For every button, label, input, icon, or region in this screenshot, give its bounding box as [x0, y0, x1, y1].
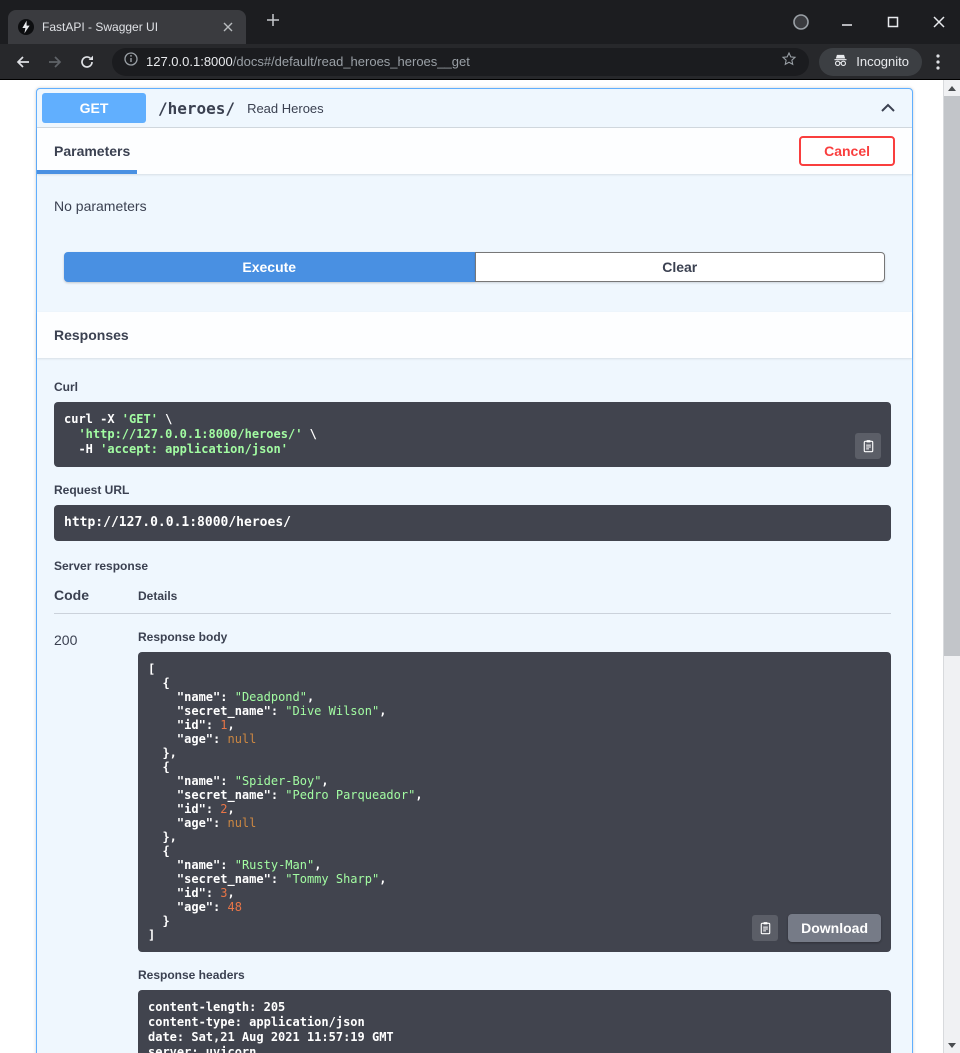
window-controls: [792, 0, 948, 44]
tab-search-icon[interactable]: [792, 13, 810, 31]
opblock-summary[interactable]: GET /heroes/ Read Heroes: [37, 89, 912, 128]
details-column-header: Details: [138, 589, 177, 603]
endpoint-path: /heroes/: [158, 99, 235, 118]
parameters-header: Parameters Cancel: [37, 128, 912, 174]
response-headers-label: Response headers: [138, 968, 891, 982]
parameters-title: Parameters: [54, 143, 130, 159]
download-button[interactable]: Download: [788, 914, 881, 942]
response-headers-code: content-length: 205content-type: applica…: [138, 990, 891, 1053]
fastapi-favicon-icon: [18, 19, 34, 35]
execute-wrapper: Execute Clear: [37, 252, 912, 312]
address-bar[interactable]: 127.0.0.1:8000/docs#/default/read_heroes…: [112, 48, 809, 76]
incognito-label: Incognito: [856, 54, 909, 69]
response-body-label: Response body: [138, 630, 891, 644]
browser-tab[interactable]: FastAPI - Swagger UI: [8, 10, 246, 44]
browser-tabbar: FastAPI - Swagger UI: [0, 0, 960, 44]
request-url-label: Request URL: [54, 483, 891, 497]
incognito-badge: Incognito: [819, 48, 922, 76]
clear-button[interactable]: Clear: [475, 252, 886, 282]
endpoint-summary: Read Heroes: [247, 101, 324, 116]
curl-code: curl -X 'GET' \ 'http://127.0.0.1:8000/h…: [54, 402, 891, 467]
tab-title: FastAPI - Swagger UI: [42, 20, 212, 34]
server-response-label: Server response: [54, 559, 891, 573]
status-code: 200: [54, 630, 138, 1053]
cancel-button[interactable]: Cancel: [799, 136, 895, 166]
kebab-menu-icon[interactable]: [924, 48, 952, 76]
browser-toolbar: 127.0.0.1:8000/docs#/default/read_heroes…: [0, 44, 960, 80]
swagger-page: GET /heroes/ Read Heroes Parameters Canc…: [0, 80, 943, 1053]
no-parameters-text: No parameters: [37, 174, 912, 252]
parameters-tab-underline: [37, 170, 137, 174]
request-url-value: http://127.0.0.1:8000/heroes/: [54, 505, 891, 541]
response-table-header: Code Details: [54, 587, 891, 614]
curl-label: Curl: [54, 380, 891, 394]
new-tab-button[interactable]: [260, 9, 286, 35]
page-info-icon[interactable]: [124, 52, 138, 71]
back-icon[interactable]: [8, 47, 38, 77]
incognito-icon: [832, 52, 849, 72]
code-column-header: Code: [54, 587, 138, 603]
forward-icon[interactable]: [40, 47, 70, 77]
tab-close-icon[interactable]: [220, 19, 236, 35]
url-text[interactable]: 127.0.0.1:8000/docs#/default/read_heroes…: [146, 54, 773, 69]
copy-icon[interactable]: [752, 915, 778, 941]
page-scrollbar[interactable]: [943, 80, 960, 1053]
responses-body: Curl curl -X 'GET' \ 'http://127.0.0.1:8…: [37, 358, 912, 1053]
chevron-up-icon[interactable]: [878, 98, 898, 118]
plus-icon: [266, 13, 280, 32]
responses-title: Responses: [54, 327, 129, 343]
url-host: 127.0.0.1:8000: [146, 54, 233, 69]
window-maximize-icon[interactable]: [884, 13, 902, 31]
responses-header: Responses: [37, 312, 912, 358]
scrollbar-thumb[interactable]: [944, 96, 960, 656]
scroll-up-icon[interactable]: [944, 80, 960, 96]
window-minimize-icon[interactable]: [838, 13, 856, 31]
execute-button[interactable]: Execute: [64, 252, 475, 282]
reload-icon[interactable]: [72, 47, 102, 77]
response-row: 200 Response body [ { "name": "Deadpond"…: [54, 614, 891, 1053]
response-body-code: [ { "name": "Deadpond", "secret_name": "…: [138, 652, 891, 952]
url-path: /docs#/default/read_heroes_heroes__get: [233, 54, 470, 69]
scroll-down-icon[interactable]: [944, 1037, 960, 1053]
window-close-icon[interactable]: [930, 13, 948, 31]
copy-icon[interactable]: [855, 433, 881, 459]
opblock-get-heroes: GET /heroes/ Read Heroes Parameters Canc…: [36, 88, 913, 1053]
http-method-badge: GET: [42, 93, 146, 123]
bookmark-star-icon[interactable]: [781, 51, 797, 72]
